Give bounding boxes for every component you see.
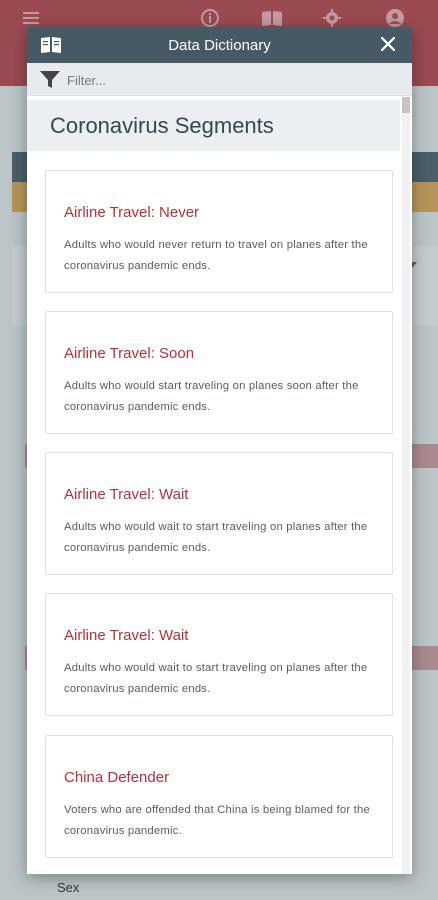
entry-title: Airline Travel: Wait	[64, 486, 189, 503]
entry-description: Adults who would wait to start traveling…	[64, 662, 368, 695]
section-title: Coronavirus Segments	[50, 113, 274, 138]
dialog-title: Data Dictionary	[168, 37, 271, 54]
entry-description: Voters who are offended that China is be…	[64, 804, 370, 837]
section-header: Coronavirus Segments	[27, 100, 400, 151]
dictionary-list[interactable]: Coronavirus Segments Airline Travel: Nev…	[27, 97, 412, 874]
filter-bar	[27, 63, 412, 96]
scrollbar-thumb[interactable]	[402, 97, 410, 113]
entry-description: Adults who would never return to travel …	[64, 239, 368, 272]
gear-icon[interactable]	[322, 8, 342, 28]
entry-title: Airline Travel: Soon	[64, 345, 195, 362]
dialog-header: Data Dictionary	[27, 27, 412, 63]
account-icon[interactable]	[385, 8, 405, 28]
close-icon[interactable]	[380, 36, 396, 52]
filter-icon	[40, 71, 60, 88]
dictionary-entry[interactable]: China Defender Voters who are offended t…	[45, 735, 393, 858]
scrollbar[interactable]	[402, 97, 410, 874]
entry-description: Adults who would start traveling on plan…	[64, 380, 359, 413]
dictionary-entry[interactable]: Airline Travel: Wait Adults who would wa…	[45, 593, 393, 716]
dictionary-entry[interactable]: Airline Travel: Soon Adults who would st…	[45, 311, 393, 434]
book-icon[interactable]	[261, 8, 283, 28]
data-dictionary-dialog: Data Dictionary Coronavirus Segments Air…	[27, 27, 412, 874]
entry-description: Adults who would wait to start traveling…	[64, 521, 368, 554]
dictionary-entry[interactable]: Airline Travel: Never Adults who would n…	[45, 170, 393, 293]
entry-title: Airline Travel: Wait	[64, 627, 189, 644]
info-icon[interactable]	[200, 8, 220, 28]
entry-title: Airline Travel: Never	[64, 204, 200, 221]
filter-input[interactable]	[67, 69, 387, 91]
dictionary-entry[interactable]: Airline Travel: Wait Adults who would wa…	[45, 452, 393, 575]
menu-icon[interactable]	[21, 8, 41, 28]
background-field-label: Sex	[57, 880, 80, 895]
entry-title: China Defender	[64, 769, 170, 786]
